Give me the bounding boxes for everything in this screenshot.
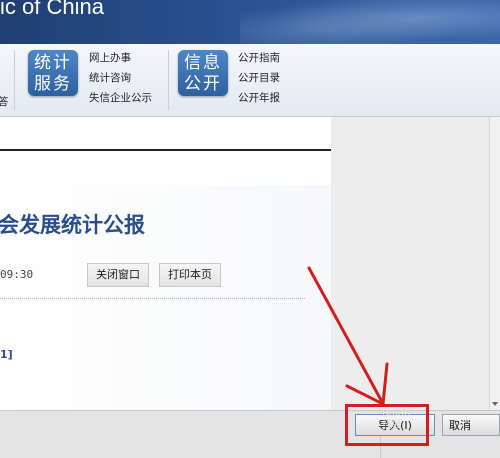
nav-link-online-service[interactable]: 网上办事 <box>89 48 152 68</box>
nav-link-disclosure-catalog[interactable]: 公开目录 <box>238 68 280 88</box>
scroll-down-arrow-icon[interactable] <box>492 402 498 406</box>
cancel-button[interactable]: 取消 <box>442 414 500 436</box>
site-banner: ic of China <box>0 0 500 44</box>
info-disclosure-badge-line2: 公开 <box>184 74 222 93</box>
info-disclosure-badge-line1: 信息 <box>184 53 222 72</box>
publish-time: 09:30 <box>0 268 34 281</box>
side-gray-area <box>331 117 489 410</box>
dotted-divider <box>0 298 305 299</box>
nav-link-stats-consult[interactable]: 统计咨询 <box>89 68 152 88</box>
highlight-box <box>345 404 429 446</box>
nav-bar: 答 统计 服务 网上办事 统计咨询 失信企业公示 信息 公开 公开指南 公开目录… <box>0 44 500 117</box>
banner-title: ic of China <box>0 0 104 19</box>
nav-link-disclosure-guide[interactable]: 公开指南 <box>238 48 280 68</box>
stats-service-links: 网上办事 统计咨询 失信企业公示 <box>89 48 152 108</box>
nav-divider <box>168 50 169 110</box>
stats-service-badge-line2: 服务 <box>34 74 72 93</box>
nav-link-dishonest-enterprises[interactable]: 失信企业公示 <box>89 88 152 108</box>
info-disclosure-links: 公开指南 公开目录 公开年报 <box>238 48 280 108</box>
header-rule <box>0 149 331 151</box>
print-page-button[interactable]: 打印本页 <box>159 263 221 287</box>
nav-divider <box>14 50 15 110</box>
stats-service-badge[interactable]: 统计 服务 <box>28 50 78 96</box>
close-window-button[interactable]: 关闭窗口 <box>87 263 149 287</box>
vertical-scrollbar[interactable] <box>489 117 500 410</box>
article-snippet: 1] <box>0 348 13 361</box>
nav-link-annual-report[interactable]: 公开年报 <box>238 88 280 108</box>
stats-service-badge-line1: 统计 <box>34 53 72 72</box>
nav-link-partial[interactable]: 答 <box>0 94 9 109</box>
world-map-graphic <box>240 0 500 44</box>
article-headline: 会发展统计公报 <box>0 213 145 237</box>
info-disclosure-badge[interactable]: 信息 公开 <box>178 50 228 96</box>
article-panel: 会发展统计公报 09:30 关闭窗口 打印本页 1] <box>0 117 331 410</box>
